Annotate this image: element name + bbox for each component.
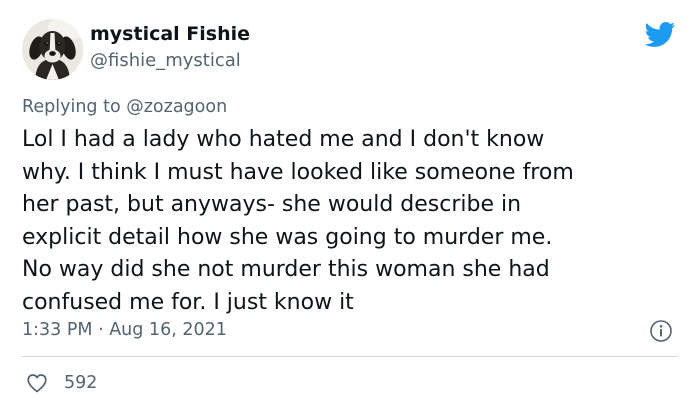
dog-avatar-icon	[22, 19, 83, 80]
tweet-text-line: why. I think I must have looked like som…	[22, 159, 574, 185]
reply-context: Replying to @zozagoon	[22, 95, 227, 119]
tweet-text: Lol I had a lady who hated me and I don'…	[22, 124, 682, 319]
tweet-text-line: explicit detail how she was going to mur…	[22, 224, 553, 250]
tweet-timestamp[interactable]: 1:33 PM · Aug 16, 2021	[22, 318, 227, 342]
twitter-bird-icon[interactable]	[643, 21, 676, 48]
tweet-text-line: confused me for. I just know it	[22, 289, 354, 315]
author-display-name[interactable]: mystical Fishie	[90, 22, 250, 46]
tweet-text-line: Lol I had a lady who hated me and I don'…	[22, 127, 545, 152]
tweet-text-line: her past, but anyways- she would describ…	[22, 192, 522, 217]
tweet-text-line: No way did she not murder this woman she…	[22, 257, 550, 282]
info-icon[interactable]	[649, 319, 673, 343]
reply-target-link[interactable]: @zozagoon	[126, 97, 227, 117]
tweet-card: mystical Fishie @fishie_mystical Replyin…	[0, 0, 700, 411]
divider	[22, 356, 678, 357]
reply-prefix: Replying to	[22, 97, 121, 117]
heart-icon[interactable]	[25, 371, 49, 395]
author-handle[interactable]: @fishie_mystical	[90, 49, 241, 73]
author-avatar[interactable]	[22, 19, 83, 80]
like-count: 592	[64, 373, 98, 393]
